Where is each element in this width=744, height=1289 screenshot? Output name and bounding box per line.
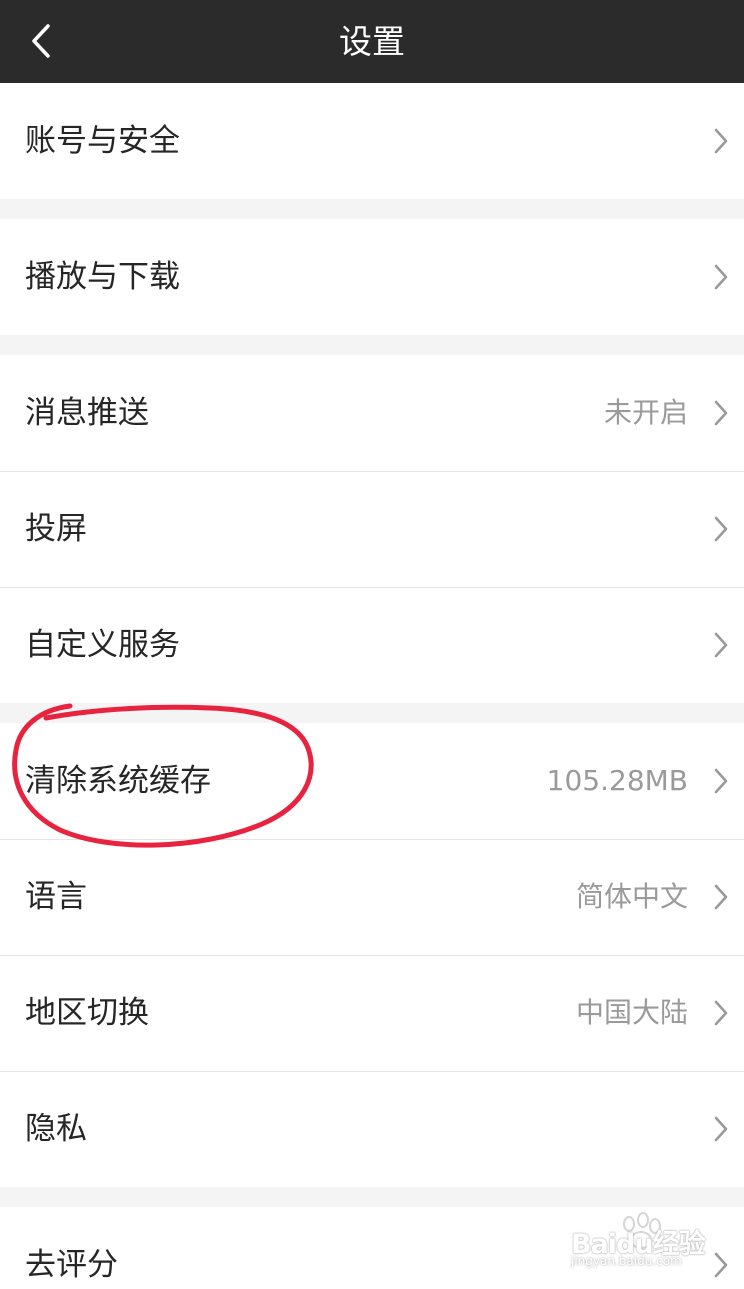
settings-group-services: 消息推送 未开启 投屏 自定义服务	[0, 355, 744, 703]
row-value: 中国大陆	[575, 996, 688, 1029]
chevron-right-icon	[714, 400, 728, 426]
settings-row-region[interactable]: 地区切换 中国大陆	[0, 955, 744, 1071]
row-label: 自定义服务	[25, 627, 180, 663]
row-value: 简体中文	[575, 880, 688, 913]
chevron-right-icon	[714, 1116, 728, 1142]
settings-row-clear-cache[interactable]: 清除系统缓存 105.28MB	[0, 723, 744, 839]
row-label: 消息推送	[25, 395, 149, 431]
settings-row-privacy[interactable]: 隐私	[0, 1071, 744, 1187]
settings-group-account: 账号与安全	[0, 83, 744, 199]
chevron-right-icon	[714, 264, 728, 290]
settings-group-playback: 播放与下载	[0, 219, 744, 335]
row-label: 语言	[25, 879, 87, 915]
chevron-right-icon	[714, 768, 728, 794]
chevron-right-icon	[714, 884, 728, 910]
chevron-right-icon	[714, 1252, 728, 1278]
chevron-right-icon	[714, 128, 728, 154]
row-label: 清除系统缓存	[25, 763, 211, 799]
chevron-right-icon	[714, 632, 728, 658]
chevron-right-icon	[714, 516, 728, 542]
settings-group-system: 清除系统缓存 105.28MB 语言 简体中文 地区切换 中国大陆 隐私	[0, 723, 744, 1187]
row-label: 隐私	[25, 1111, 87, 1147]
settings-row-language[interactable]: 语言 简体中文	[0, 839, 744, 955]
page-title: 设置	[339, 22, 405, 61]
settings-row-custom-services[interactable]: 自定义服务	[0, 587, 744, 703]
settings-row-screen-cast[interactable]: 投屏	[0, 471, 744, 587]
top-navigation-bar: 设置	[0, 0, 744, 83]
settings-row-playback-download[interactable]: 播放与下载	[0, 219, 744, 335]
row-label: 投屏	[25, 511, 87, 547]
settings-row-account-security[interactable]: 账号与安全	[0, 83, 744, 199]
chevron-right-icon	[714, 1000, 728, 1026]
row-label: 账号与安全	[25, 123, 180, 159]
watermark-url: jingyan.baidu.com	[571, 1254, 682, 1268]
row-label: 地区切换	[25, 995, 149, 1031]
row-value: 未开启	[603, 396, 688, 429]
settings-row-push-notifications[interactable]: 消息推送 未开启	[0, 355, 744, 471]
row-label: 去评分	[25, 1247, 118, 1283]
cache-size-value: 105.28MB	[546, 764, 688, 797]
row-label: 播放与下载	[25, 259, 180, 295]
